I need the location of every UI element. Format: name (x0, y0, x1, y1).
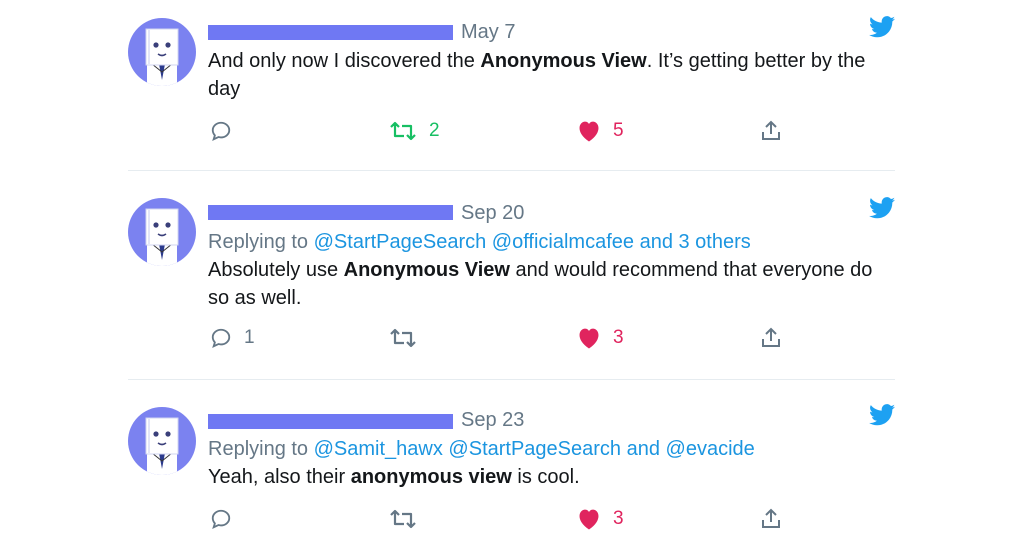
retweet-button[interactable] (389, 325, 429, 351)
retweet-button[interactable] (389, 506, 429, 532)
like-button[interactable]: 3 (577, 325, 624, 351)
tweet-date[interactable]: Sep 23 (461, 408, 524, 432)
heart-icon (579, 121, 599, 142)
like-count: 3 (613, 327, 624, 348)
tweet-date[interactable]: May 7 (461, 20, 515, 44)
reply-button[interactable]: 1 (210, 325, 255, 351)
like-button[interactable]: 3 (577, 506, 624, 532)
heart-icon (579, 509, 599, 530)
share-button[interactable] (760, 506, 782, 532)
replying-to-label: Replying to (208, 438, 314, 460)
like-count: 3 (613, 508, 624, 529)
reply-button[interactable] (210, 506, 244, 532)
tweet-3[interactable]: Sep 23 Replying to @Samit_hawx @StartPag… (0, 380, 1024, 556)
tweet-1[interactable]: May 7 And only now I discovered the Anon… (0, 0, 1024, 170)
reply-button[interactable] (210, 118, 244, 144)
author-name-redacted[interactable] (208, 414, 453, 429)
retweet-button[interactable]: 2 (389, 118, 440, 144)
retweet-icon (390, 328, 416, 348)
text-bold: anonymous view (350, 466, 512, 488)
tweet-text: Absolutely use Anonymous View and would … (208, 256, 888, 312)
text-bold: Anonymous View (480, 50, 647, 72)
reply-count: 1 (244, 327, 255, 348)
share-button[interactable] (760, 325, 782, 351)
text-part: Yeah, also their (208, 466, 351, 488)
text-part: And only now I discovered the (208, 50, 481, 72)
avatar[interactable] (128, 198, 196, 266)
heart-icon (579, 328, 599, 349)
share-icon (762, 120, 780, 140)
twitter-bird-icon (869, 16, 895, 38)
retweet-icon (390, 121, 416, 141)
replying-to-label: Replying to (208, 231, 314, 253)
text-part: Absolutely use (208, 259, 344, 281)
tweet-text: Yeah, also their anonymous view is cool. (208, 463, 888, 491)
reply-icon (211, 121, 231, 141)
share-icon (762, 508, 780, 528)
reply-mentions-link[interactable]: @Samit_hawx @StartPageSearch and @evacid… (314, 438, 755, 460)
text-part: is cool. (511, 466, 580, 488)
tweet-2[interactable]: Sep 20 Replying to @StartPageSearch @off… (0, 171, 1024, 379)
avatar[interactable] (128, 407, 196, 475)
author-name-redacted[interactable] (208, 25, 453, 40)
twitter-bird-icon (869, 197, 895, 219)
share-button[interactable] (760, 118, 782, 144)
like-button[interactable]: 5 (577, 118, 624, 144)
avatar[interactable] (128, 18, 196, 86)
replying-to: Replying to @Samit_hawx @StartPageSearch… (208, 437, 755, 461)
share-icon (762, 327, 780, 347)
twitter-bird-icon (869, 404, 895, 426)
author-name-redacted[interactable] (208, 205, 453, 220)
retweet-count: 2 (429, 120, 440, 141)
text-bold: Anonymous View (343, 259, 510, 281)
retweet-icon (390, 509, 416, 529)
tweet-text: And only now I discovered the Anonymous … (208, 47, 888, 103)
reply-icon (211, 328, 231, 348)
like-count: 5 (613, 120, 624, 141)
replying-to: Replying to @StartPageSearch @officialmc… (208, 230, 751, 254)
reply-mentions-link[interactable]: @StartPageSearch @officialmcafee and 3 o… (314, 231, 751, 253)
tweet-date[interactable]: Sep 20 (461, 201, 524, 225)
reply-icon (211, 509, 231, 529)
